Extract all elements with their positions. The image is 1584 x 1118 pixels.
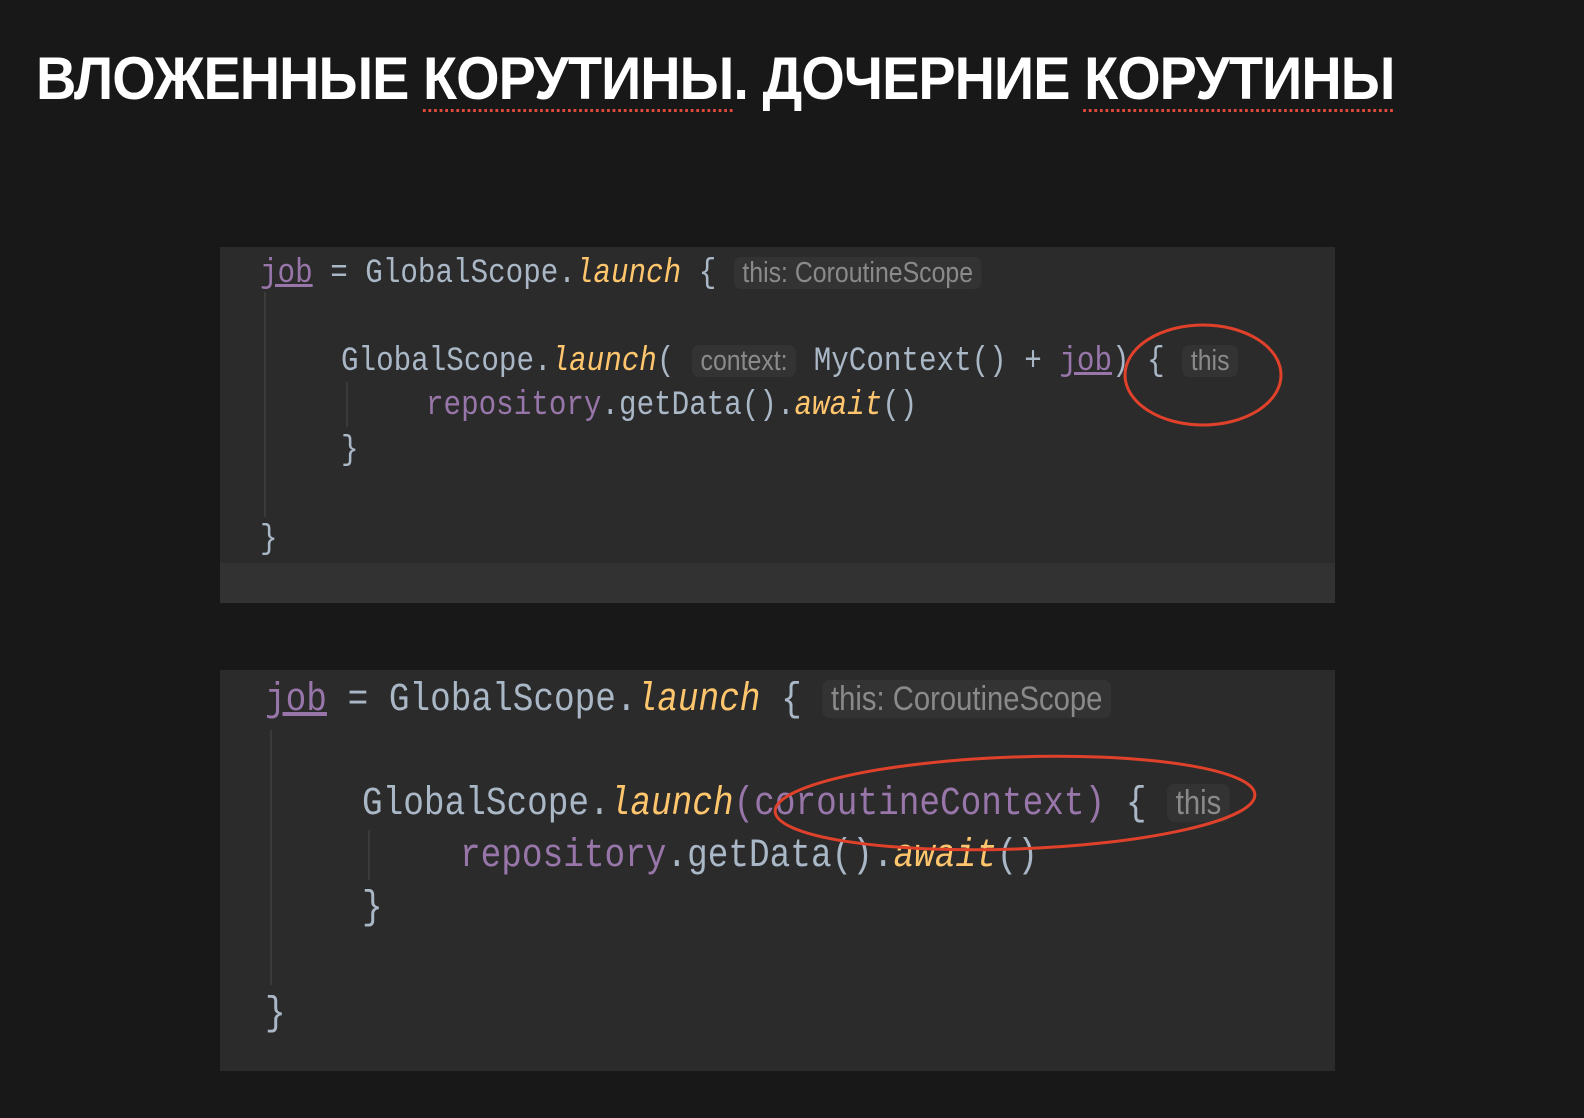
code-line: }	[260, 521, 278, 559]
code-line: }	[341, 432, 359, 470]
code-snippet-2: job = GlobalScope.launch { this: Corouti…	[220, 670, 1335, 1071]
code-snippet-1: job = GlobalScope.launch { this: Corouti…	[220, 247, 1335, 603]
code-line: }	[265, 992, 286, 1037]
editor-strip	[220, 563, 1335, 603]
code-line: repository.getData().await()	[460, 834, 1039, 879]
param-hint: this: CoroutineScope	[733, 257, 982, 289]
code-line: GlobalScope.launch(coroutineContext) { t…	[362, 782, 1230, 827]
code-line: job = GlobalScope.launch { this: Corouti…	[260, 255, 982, 293]
code-line: GlobalScope.launch( context: MyContext()…	[341, 343, 1239, 381]
code-line: repository.getData().await()	[426, 387, 918, 425]
param-hint: this: CoroutineScope	[822, 680, 1112, 718]
code-line: }	[362, 886, 383, 931]
slide-title: ВЛОЖЕННЫЕ КОРУТИНЫ. ДОЧЕРНИЕ КОРУТИНЫ	[36, 45, 1395, 112]
code-line: job = GlobalScope.launch { this: Corouti…	[265, 678, 1112, 723]
param-hint: context:	[691, 345, 797, 377]
